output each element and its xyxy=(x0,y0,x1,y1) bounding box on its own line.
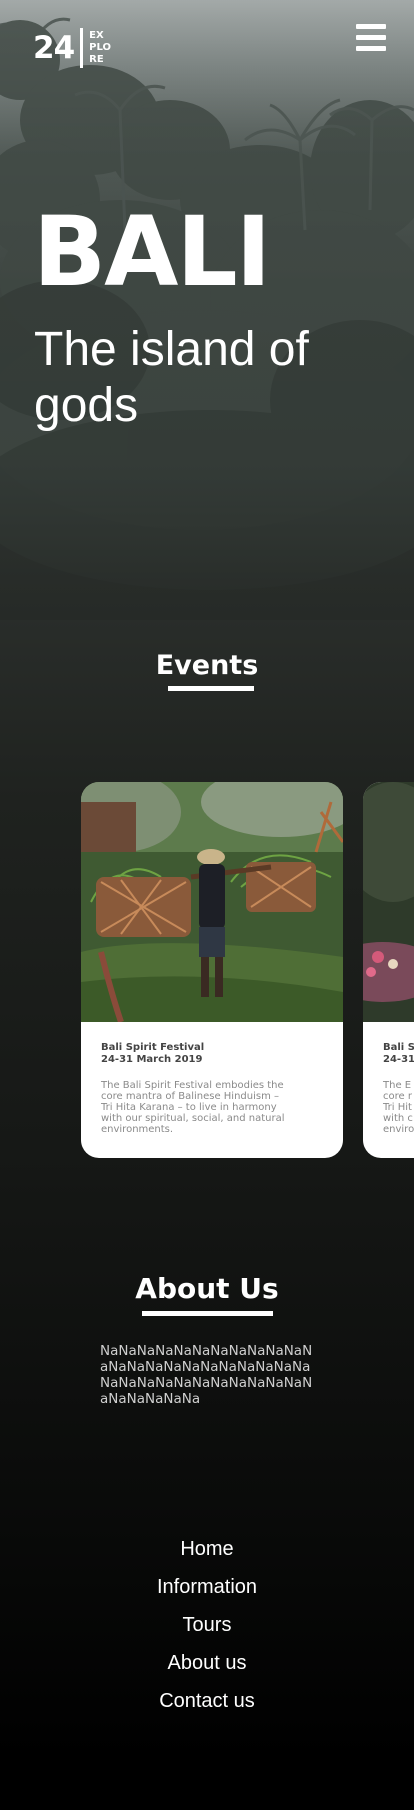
logo-divider xyxy=(80,28,84,68)
events-heading: Events xyxy=(155,650,259,681)
event-card-body: Bali S 24-31 The E core r Tri Hit with c… xyxy=(363,1022,414,1135)
footer-link-about-us[interactable]: About us xyxy=(0,1644,414,1682)
event-description: The Bali Spirit Festival embodies the co… xyxy=(101,1080,285,1135)
event-date: 24-31 xyxy=(383,1054,414,1065)
hero-title: BALI xyxy=(33,196,271,308)
event-card-image xyxy=(363,782,414,1022)
event-card[interactable]: Bali S 24-31 The E core r Tri Hit with c… xyxy=(363,782,414,1158)
logo-word: EX PLO RE xyxy=(89,30,111,66)
logo-word-line: RE xyxy=(89,54,104,65)
event-date: 24-31 March 2019 xyxy=(101,1054,203,1065)
footer-link-contact-us[interactable]: Contact us xyxy=(0,1682,414,1720)
logo-number: 24 xyxy=(33,29,75,66)
page: 24 EX PLO RE BALI The island of gods Eve… xyxy=(0,0,414,1810)
event-card-image xyxy=(81,782,343,1022)
event-card[interactable]: Bali Spirit Festival 24-31 March 2019 Th… xyxy=(81,782,343,1158)
event-name: Bali Spirit Festival xyxy=(101,1042,205,1053)
event-card-body: Bali Spirit Festival 24-31 March 2019 Th… xyxy=(81,1022,343,1135)
about-heading: About Us xyxy=(135,1272,279,1305)
footer-link-home[interactable]: Home xyxy=(0,1530,414,1568)
hero-jungle-image xyxy=(0,0,414,620)
footer-nav: Home Information Tours About us Contact … xyxy=(0,1530,414,1720)
logo-word-line: PLO xyxy=(89,42,111,53)
event-description: The E core r Tri Hit with c enviro xyxy=(383,1080,414,1135)
logo-word-line: EX xyxy=(89,30,104,41)
menu-bar xyxy=(356,35,386,40)
about-text: NaNaNaNaNaNaNaNaNaNaNaNaNaNaNaNaNaNaNaNa… xyxy=(100,1343,313,1407)
logo[interactable]: 24 EX PLO RE xyxy=(33,28,111,68)
events-underline xyxy=(168,686,254,691)
hamburger-menu-icon[interactable] xyxy=(356,24,386,52)
about-underline xyxy=(142,1311,273,1316)
hero-subtitle: The island of gods xyxy=(34,323,309,432)
footer-link-tours[interactable]: Tours xyxy=(0,1606,414,1644)
event-name: Bali S xyxy=(383,1042,414,1053)
menu-bar xyxy=(356,46,386,51)
menu-bar xyxy=(356,24,386,29)
footer-link-information[interactable]: Information xyxy=(0,1568,414,1606)
